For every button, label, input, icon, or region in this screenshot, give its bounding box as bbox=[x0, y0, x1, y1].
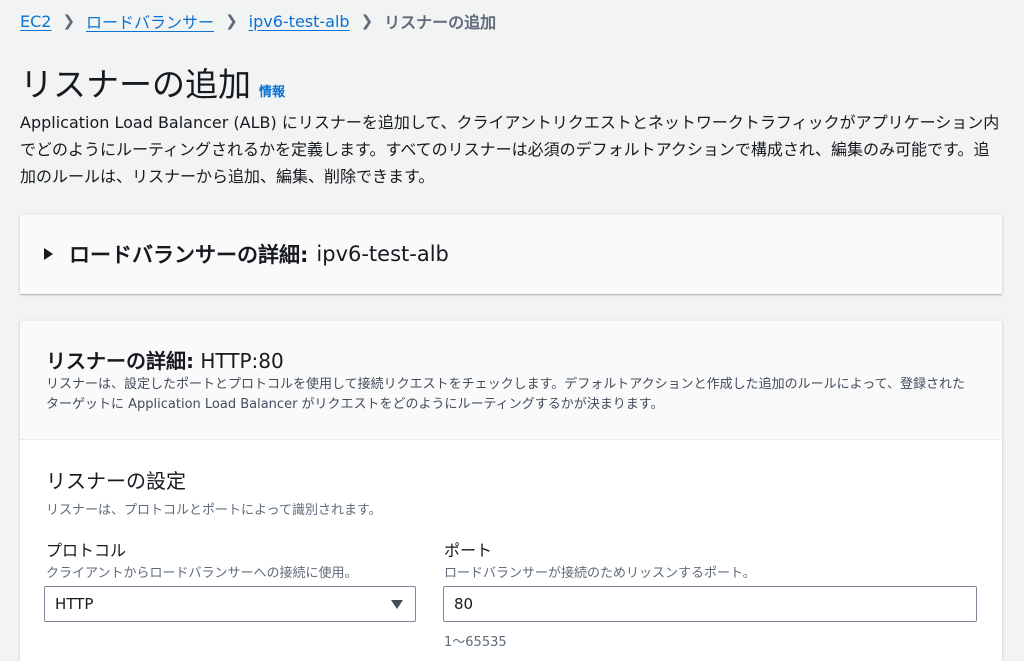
protocol-label: プロトコル bbox=[46, 541, 127, 560]
listener-details-header: リスナーの詳細: HTTP:80 リスナーは、設定したポートとプロトコルを使用し… bbox=[20, 321, 1002, 440]
port-input[interactable] bbox=[443, 586, 977, 622]
breadcrumb: EC2 ❯ ロードバランサー ❯ ipv6-test-alb ❯ リスナーの追加 bbox=[20, 9, 496, 33]
port-description: ロードバランサーが接続のためリッスンするポート。 bbox=[444, 566, 756, 581]
breadcrumb-alb[interactable]: ipv6-test-alb bbox=[249, 12, 350, 31]
chevron-right-icon: ❯ bbox=[360, 12, 374, 30]
listener-config-title: リスナーの設定 bbox=[46, 469, 186, 493]
protocol-description: クライアントからロードバランサーへの接続に使用。 bbox=[46, 566, 358, 581]
load-balancer-details-expander[interactable]: ロードバランサーの詳細: ipv6-test-alb bbox=[44, 239, 449, 269]
chevron-right-icon: ❯ bbox=[62, 12, 76, 30]
page-title: リスナーの追加 bbox=[20, 65, 251, 104]
port-label: ポート bbox=[444, 541, 493, 560]
breadcrumb-ec2[interactable]: EC2 bbox=[20, 12, 51, 31]
load-balancer-details-panel: ロードバランサーの詳細: ipv6-test-alb bbox=[20, 214, 1002, 294]
protocol-select-value: HTTP bbox=[55, 595, 94, 613]
breadcrumb-load-balancers[interactable]: ロードバランサー bbox=[86, 9, 214, 33]
caret-right-icon bbox=[44, 248, 53, 260]
chevron-right-icon: ❯ bbox=[225, 12, 238, 30]
lb-details-title: ロードバランサーの詳細: bbox=[69, 243, 309, 267]
caret-down-icon bbox=[391, 600, 403, 609]
page-description: Application Load Balancer (ALB) にリスナーを追加… bbox=[20, 113, 1000, 186]
listener-config-description: リスナーは、プロトコルとポートによって識別されます。 bbox=[46, 503, 382, 518]
page-header: リスナーの追加 情報 bbox=[20, 58, 285, 106]
lb-details-name: ipv6-test-alb bbox=[316, 242, 449, 266]
info-link[interactable]: 情報 bbox=[259, 81, 285, 100]
listener-details-panel: リスナーの詳細: HTTP:80 リスナーは、設定したポートとプロトコルを使用し… bbox=[20, 320, 1002, 661]
listener-details-description: リスナーは、設定したポートとプロトコルを使用して接続リクエストをチェックします。… bbox=[46, 377, 965, 412]
listener-details-title: リスナーの詳細: bbox=[46, 349, 194, 373]
breadcrumb-current: リスナーの追加 bbox=[384, 13, 497, 32]
port-constraint: 1〜65535 bbox=[444, 635, 507, 650]
listener-details-value: HTTP:80 bbox=[200, 349, 284, 373]
listener-details-heading: リスナーの詳細: HTTP:80 bbox=[46, 345, 284, 374]
protocol-select[interactable]: HTTP bbox=[44, 586, 416, 622]
